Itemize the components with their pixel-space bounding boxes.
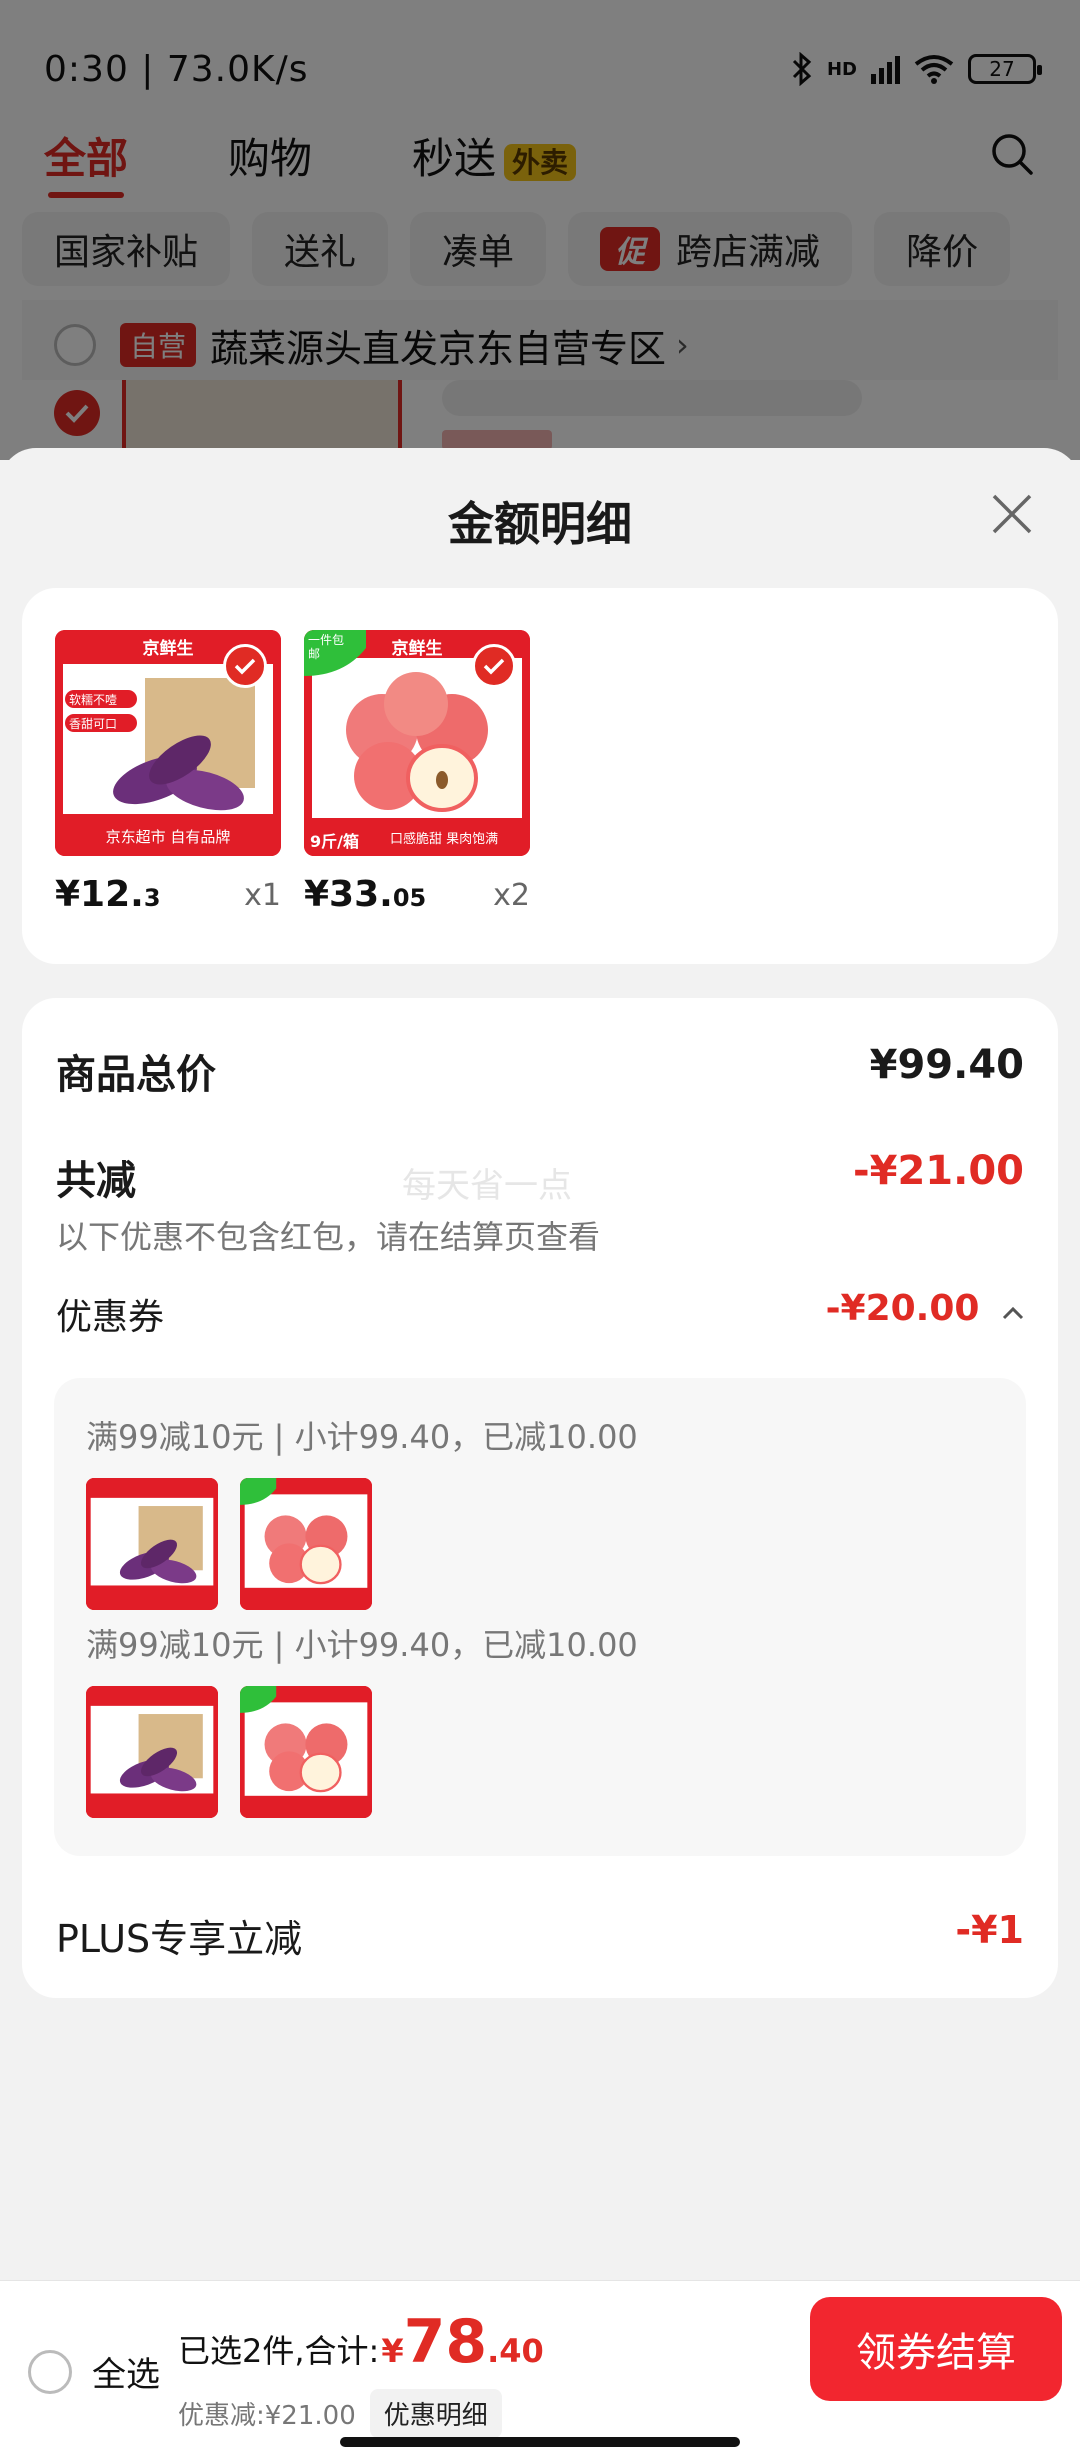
product-item[interactable]: 一件包邮 京鲜生 9斤/箱 口感脆甜 果肉饱满 ¥33.05 x2	[304, 630, 530, 915]
total-reduction-label: 共减	[56, 1158, 136, 1204]
coupon-group: 满99减10元 | 小计99.40，已减10.00	[86, 1412, 994, 1610]
plus-discount-label: PLUS专享立减	[56, 1917, 303, 1961]
coupon-thumbnails	[86, 1686, 994, 1818]
close-icon	[992, 494, 1032, 534]
product-footer: 口感脆甜 果肉饱满	[390, 832, 499, 847]
coupon-label: 优惠券	[56, 1297, 165, 1338]
coupon-thumbnails	[86, 1478, 994, 1610]
select-all-checkbox[interactable]	[28, 2349, 72, 2394]
sheet-title: 金额明细	[448, 497, 632, 551]
watermark-text: 每天省一点	[402, 1166, 572, 1206]
mini-thumb-sweet-potato	[86, 1686, 218, 1818]
amount-detail-sheet: 金额明细 京鲜生 软糯不噎 香甜可口 京东超市 自有品牌 ¥12.3 x1 一件…	[0, 448, 1080, 2280]
price-decimal: 05	[392, 884, 427, 912]
checkout-bar: 全选 已选2件,合计: ¥ 78 .40 优惠减:¥21.00 优惠明细 领券结…	[0, 2280, 1080, 2460]
product-checked-badge	[472, 644, 516, 688]
check-icon	[234, 658, 256, 675]
plus-discount-value: -¥1	[955, 1908, 1024, 1952]
product-tag: 软糯不噎	[69, 693, 118, 707]
total-integer: 78	[403, 2307, 488, 2377]
price-summary-card: 商品总价 ¥99.40 每天省一点 共减 -¥21.00 以下优惠不包含红包，请…	[22, 998, 1058, 1998]
check-icon	[483, 658, 505, 675]
product-footer: 京东超市 自有品牌	[105, 828, 231, 846]
selected-count-text: 已选2件,合计:	[178, 2332, 380, 2370]
select-all-label: 全选	[92, 2355, 160, 2395]
coupon-value: -¥20.00	[825, 1288, 980, 1329]
product-price: ¥12.3	[55, 874, 161, 915]
mini-thumb-sweet-potato	[86, 1478, 218, 1610]
product-image-sweet-potato: 京鲜生 软糯不噎 香甜可口 京东超市 自有品牌	[55, 630, 281, 856]
mini-thumb-apple	[240, 1478, 372, 1610]
product-tag: 香甜可口	[69, 717, 118, 731]
price-decimal: 3	[143, 884, 161, 912]
price-integer: ¥33.	[304, 874, 393, 915]
price-integer: ¥12.	[55, 874, 144, 915]
product-quantity: x2	[493, 878, 530, 913]
product-weight: 9斤/箱	[310, 832, 359, 851]
coupon-rule-text: 满99减10元 | 小计99.40，已减10.00	[86, 1418, 638, 1456]
product-image-apple: 一件包邮 京鲜生 9斤/箱 口感脆甜 果肉饱满	[304, 630, 530, 856]
coupon-toggle[interactable]: -¥20.00	[826, 1288, 1024, 1329]
product-price: ¥33.05	[304, 874, 426, 915]
chevron-up-icon	[1002, 1306, 1024, 1320]
product-quantity: x1	[244, 878, 281, 913]
currency-symbol: ¥	[381, 2332, 404, 2370]
discount-detail-button[interactable]: 优惠明细	[369, 2389, 502, 2438]
coupon-rule-text: 满99减10元 | 小计99.40，已减10.00	[86, 1626, 638, 1664]
product-checked-badge	[223, 644, 267, 688]
goods-total-label: 商品总价	[56, 1052, 216, 1098]
checkout-button[interactable]: 领券结算	[810, 2297, 1062, 2401]
selected-products-card: 京鲜生 软糯不噎 香甜可口 京东超市 自有品牌 ¥12.3 x1 一件包邮 京鲜…	[22, 588, 1058, 964]
coupon-detail-box: 满99减10元 | 小计99.40，已减10.00 满99减10元 | 小计99…	[54, 1378, 1026, 1856]
total-decimal: .40	[487, 2332, 544, 2370]
modal-overlay[interactable]	[0, 0, 1080, 460]
reduction-note: 以下优惠不包含红包，请在结算页查看	[56, 1218, 601, 1256]
close-button[interactable]	[986, 488, 1038, 540]
goods-total-value: ¥99.40	[869, 1042, 1024, 1088]
product-item[interactable]: 京鲜生 软糯不噎 香甜可口 京东超市 自有品牌 ¥12.3 x1	[55, 630, 281, 915]
coupon-group: 满99减10元 | 小计99.40，已减10.00	[86, 1620, 994, 1818]
discount-amount-text: 优惠减:¥21.00	[178, 2401, 356, 2431]
mini-thumb-apple	[240, 1686, 372, 1818]
select-all[interactable]: 全选	[28, 2347, 160, 2396]
total-summary: 已选2件,合计: ¥ 78 .40	[178, 2307, 544, 2377]
home-indicator[interactable]	[340, 2437, 740, 2447]
discount-summary: 优惠减:¥21.00 优惠明细	[178, 2389, 502, 2438]
total-reduction-value: -¥21.00	[853, 1148, 1024, 1194]
